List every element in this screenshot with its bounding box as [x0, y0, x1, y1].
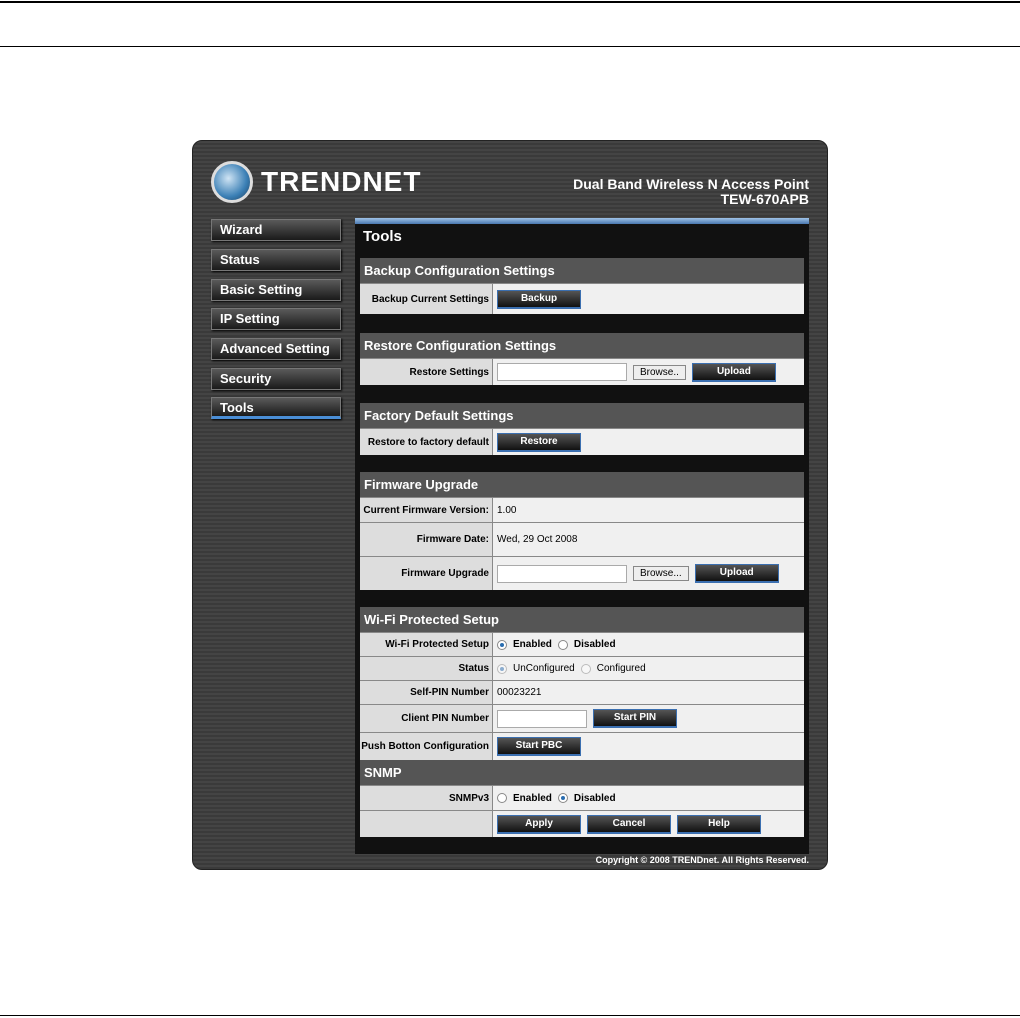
firmware-upgrade-label: Firmware Upgrade [360, 557, 493, 590]
firmware-version: 1.00 [493, 498, 804, 522]
model-number: TEW-670APB [720, 191, 809, 207]
section-header: Factory Default Settings [360, 403, 804, 428]
apply-button[interactable]: Apply [497, 814, 581, 834]
top-rule [0, 1, 1020, 3]
nav-advanced-setting[interactable]: Advanced Setting [211, 338, 341, 360]
snmp-enabled-label: Enabled [513, 792, 552, 804]
backup-label: Backup Current Settings [360, 284, 493, 314]
self-pin-value: 00023221 [493, 681, 804, 704]
router-ui-panel: TRENDNET Dual Band Wireless N Access Poi… [192, 140, 828, 870]
snmp-disabled-radio[interactable] [557, 793, 568, 803]
nav-ip-setting[interactable]: IP Setting [211, 308, 341, 330]
unconfigured-radio [497, 663, 507, 674]
pbc-label: Push Botton Configuration [360, 733, 493, 760]
snmp-header: SNMP [360, 760, 804, 785]
restore-browse-button[interactable]: Browse.. [633, 364, 686, 380]
section-header: Restore Configuration Settings [360, 333, 804, 358]
product-info: Dual Band Wireless N Access Point TEW-670… [573, 177, 809, 207]
section-header: Firmware Upgrade [360, 472, 804, 497]
wps-label: Wi-Fi Protected Setup [360, 633, 493, 656]
help-button[interactable]: Help [677, 814, 761, 834]
empty-label [360, 811, 493, 837]
content-area: Tools Backup Configuration Settings Back… [355, 218, 809, 854]
wps-enabled-label: Enabled [513, 639, 552, 650]
wps-status-label: Status [360, 657, 493, 680]
wps-disabled-radio[interactable] [557, 639, 568, 650]
unconfigured-label: UnConfigured [513, 663, 575, 674]
nav-wizard[interactable]: Wizard [211, 219, 341, 241]
snmpv3-label: SNMPv3 [360, 786, 493, 810]
page-title: Tools [363, 228, 402, 245]
nav-basic-setting[interactable]: Basic Setting [211, 279, 341, 301]
firmware-version-label: Current Firmware Version: [360, 498, 493, 522]
firmware-browse-button[interactable]: Browse... [633, 566, 689, 581]
restore-file-input[interactable] [497, 363, 627, 381]
start-pbc-button[interactable]: Start PBC [497, 737, 581, 756]
snmp-enabled-radio[interactable] [497, 793, 507, 803]
firmware-upload-button[interactable]: Upload [694, 564, 779, 583]
trendnet-logo: TRENDNET [211, 161, 421, 203]
snmp-disabled-label: Disabled [573, 792, 616, 804]
restore-section: Restore Configuration Settings Restore S… [360, 333, 804, 385]
logo-icon [211, 161, 253, 203]
cancel-button[interactable]: Cancel [587, 814, 671, 834]
firmware-date-label: Firmware Date: [360, 523, 493, 556]
configured-label: Configured [596, 663, 646, 674]
start-pin-button[interactable]: Start PIN [593, 709, 677, 728]
header-rule [0, 46, 1020, 47]
backup-button[interactable]: Backup [497, 289, 581, 309]
firmware-file-input[interactable] [497, 564, 627, 583]
title-accent-bar [355, 218, 809, 224]
client-pin-label: Client PIN Number [360, 705, 493, 732]
restore-button[interactable]: Restore [497, 432, 581, 452]
footer-rule [0, 1015, 1020, 1016]
wps-disabled-label: Disabled [573, 639, 616, 650]
nav-status[interactable]: Status [211, 249, 341, 271]
factory-label: Restore to factory default [360, 429, 493, 455]
self-pin-label: Self-PIN Number [360, 681, 493, 704]
restore-label: Restore Settings [360, 359, 493, 385]
nav-security[interactable]: Security [211, 368, 341, 390]
wps-section: Wi-Fi Protected Setup Wi-Fi Protected Se… [360, 607, 804, 837]
firmware-date: Wed, 29 Oct 2008 [493, 523, 804, 556]
product-name: Dual Band Wireless N Access Point [573, 176, 809, 192]
copyright: Copyright © 2008 TRENDnet. All Rights Re… [595, 855, 809, 865]
logo-text: TRENDNET [261, 166, 422, 197]
client-pin-input[interactable] [497, 709, 587, 728]
wps-enabled-radio[interactable] [497, 639, 507, 650]
factory-section: Factory Default Settings Restore to fact… [360, 403, 804, 455]
nav-tools[interactable]: Tools [211, 397, 341, 419]
restore-upload-button[interactable]: Upload [691, 362, 776, 382]
firmware-section: Firmware Upgrade Current Firmware Versio… [360, 472, 804, 590]
section-header: Wi-Fi Protected Setup [360, 607, 804, 632]
backup-section: Backup Configuration Settings Backup Cur… [360, 258, 804, 314]
configured-radio [580, 663, 591, 674]
section-header: Backup Configuration Settings [360, 258, 804, 283]
